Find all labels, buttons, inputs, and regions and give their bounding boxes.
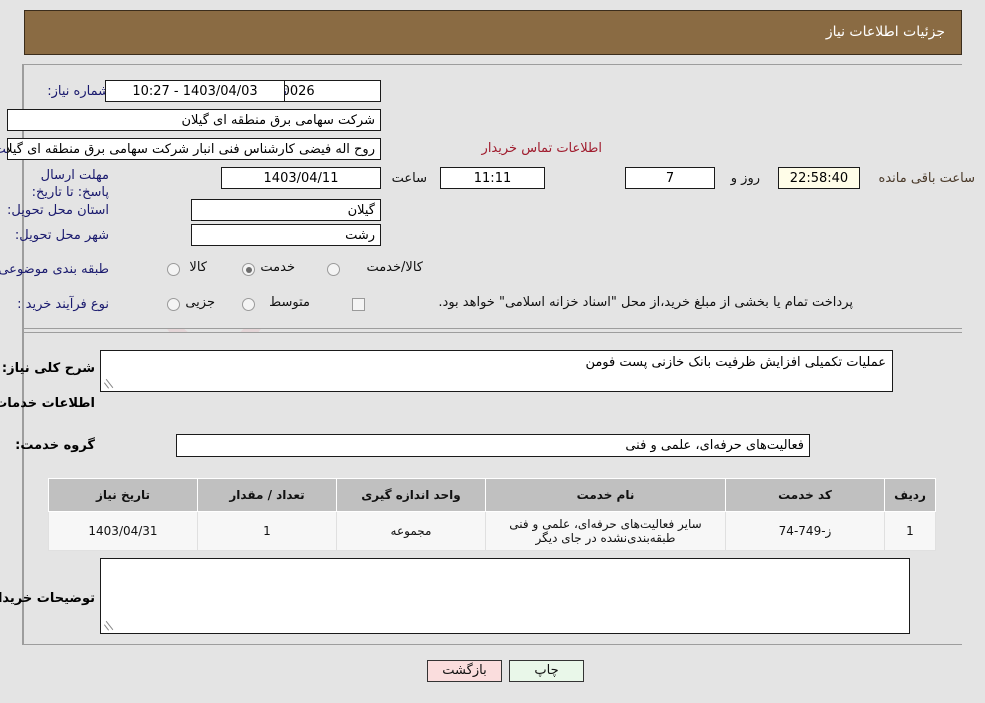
creator-field[interactable]: روح اله فیضی کارشناس فنی انبار شرکت سهام…: [7, 138, 381, 160]
buyer-notes-label: توضیحات خریدار:: [0, 591, 95, 606]
treasury-note-label: پرداخت تمام یا بخشی از مبلغ خرید،از محل …: [438, 295, 853, 310]
time-remaining-field[interactable]: 22:58:40: [778, 167, 860, 189]
cell-name: سایر فعالیت‌های حرفه‌ای، علمی و فنی طبقه…: [485, 511, 726, 551]
page-title: جزئیات اطلاعات نیاز: [825, 24, 945, 40]
deadline-time-field[interactable]: 11:11: [440, 167, 545, 189]
buyer-notes-textarea[interactable]: [100, 558, 910, 634]
days-and-label: روز و: [730, 171, 760, 186]
process-type-label: نوع فرآیند خرید :: [17, 297, 109, 312]
page-root: AriaTender.net جزئیات اطلاعات نیاز شماره…: [0, 0, 985, 703]
city-field[interactable]: رشت: [191, 224, 381, 246]
cell-code: ز-749-74: [725, 511, 885, 551]
need-info-panel: [24, 64, 962, 329]
category-label-service: خدمت: [260, 260, 295, 275]
category-label-goods-service: کالا/خدمت: [366, 260, 423, 275]
buyer-contact-link[interactable]: اطلاعات تماس خریدار: [482, 141, 602, 156]
service-group-field[interactable]: فعالیت‌های حرفه‌ای، علمی و فنی: [176, 434, 810, 457]
days-remaining-field[interactable]: 7: [625, 167, 715, 189]
buyer-org-field[interactable]: شرکت سهامی برق منطقه ای گیلان: [7, 109, 381, 131]
print-button[interactable]: چاپ: [509, 660, 584, 682]
col-date: تاریخ نیاز: [48, 478, 198, 512]
col-unit: واحد اندازه گیری: [336, 478, 486, 512]
deadline-date-field[interactable]: 1403/04/11: [221, 167, 381, 189]
process-radio-minor[interactable]: [167, 298, 180, 311]
table-row: 1 ز-749-74 سایر فعالیت‌های حرفه‌ای، علمی…: [48, 511, 936, 551]
cell-date: 1403/04/31: [48, 511, 198, 551]
category-radio-goods-service[interactable]: [327, 263, 340, 276]
public-announce-field[interactable]: 1403/04/03 - 10:27: [105, 80, 285, 102]
summary-label: شرح کلی نیاز:: [1, 361, 95, 376]
services-table: ردیف کد خدمت نام خدمت واحد اندازه گیری ت…: [48, 478, 936, 551]
province-field[interactable]: گیلان: [191, 199, 381, 221]
deadline-hour-label: ساعت: [391, 171, 427, 186]
col-name: نام خدمت: [485, 478, 726, 512]
process-radio-medium[interactable]: [242, 298, 255, 311]
cell-row: 1: [884, 511, 936, 551]
category-radio-service[interactable]: [242, 263, 255, 276]
process-label-medium: متوسط: [269, 295, 310, 310]
back-button[interactable]: بازگشت: [427, 660, 502, 682]
page-title-bar: جزئیات اطلاعات نیاز: [24, 10, 962, 55]
province-label: استان محل تحویل:: [7, 203, 109, 218]
category-label: طبقه بندی موضوعی:: [0, 262, 109, 277]
summary-text: عملیات تکمیلی افزایش ظرفیت بانک خازنی پس…: [585, 355, 886, 370]
city-label: شهر محل تحویل:: [14, 228, 109, 243]
cell-unit: مجموعه: [336, 511, 486, 551]
service-group-label: گروه خدمت:: [15, 438, 95, 453]
col-code: کد خدمت: [725, 478, 885, 512]
treasury-checkbox[interactable]: [352, 298, 365, 311]
services-heading: اطلاعات خدمات مورد نیاز: [0, 396, 95, 411]
cell-quantity: 1: [197, 511, 337, 551]
category-radio-goods[interactable]: [167, 263, 180, 276]
col-row: ردیف: [884, 478, 936, 512]
deadline-label: مهلت ارسال پاسخ: تا تاریخ:: [31, 168, 109, 200]
hours-remaining-label: ساعت باقی مانده: [878, 171, 975, 186]
col-quantity: تعداد / مقدار: [197, 478, 337, 512]
summary-textarea[interactable]: عملیات تکمیلی افزایش ظرفیت بانک خازنی پس…: [100, 350, 893, 392]
resize-grip-icon[interactable]: [103, 378, 115, 390]
process-label-minor: جزیی: [185, 295, 215, 310]
category-label-goods: کالا: [189, 260, 207, 275]
resize-grip-icon-2[interactable]: [103, 620, 115, 632]
need-number-label: شماره نیاز:: [47, 84, 109, 99]
table-header-row: ردیف کد خدمت نام خدمت واحد اندازه گیری ت…: [48, 478, 936, 512]
